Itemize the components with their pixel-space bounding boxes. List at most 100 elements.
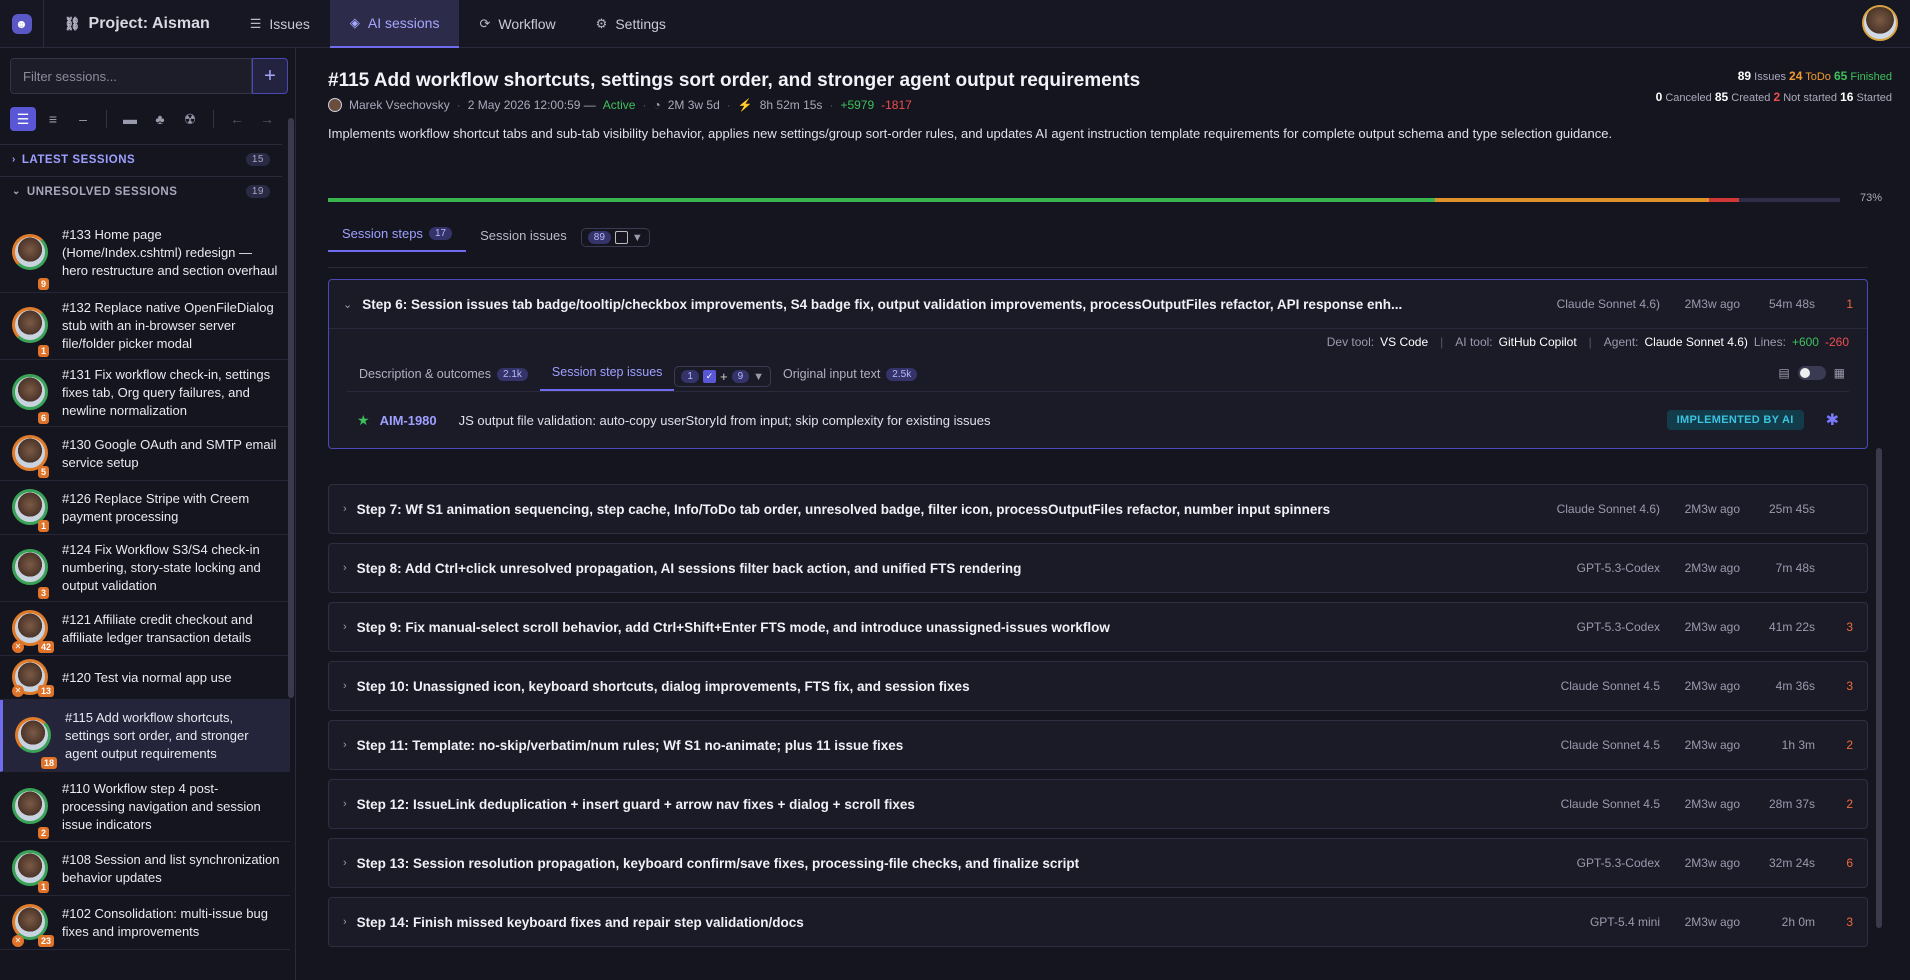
step-header[interactable]: › Step 13: Session resolution propagation… <box>329 839 1867 887</box>
author-name: Marek Vsechovsky <box>349 98 450 112</box>
sidebar-scrollbar[interactable] <box>288 118 294 698</box>
session-list-item[interactable]: 1 #126 Replace Stripe with Creem payment … <box>0 481 290 535</box>
group-icon[interactable]: ♣ <box>147 107 173 131</box>
issue-count-badge: 42 <box>38 641 55 653</box>
compact-icon[interactable]: ▤ <box>1778 366 1789 380</box>
step-card[interactable]: › Step 12: IssueLink deduplication + inse… <box>328 779 1868 829</box>
stat-canceled-value: 0 <box>1655 90 1663 104</box>
lines-label: Lines: <box>1753 334 1786 349</box>
step-header[interactable]: › Step 10: Unassigned icon, keyboard shor… <box>329 662 1867 710</box>
tab-session-issues[interactable]: Session issues <box>466 228 581 252</box>
user-avatar[interactable] <box>1862 5 1898 41</box>
issue-count-badge: 6 <box>38 412 50 424</box>
nav-workflow[interactable]: ⟳ Workflow <box>459 0 575 48</box>
session-list-item[interactable]: 2 #110 Workflow step 4 post-processing na… <box>0 772 290 842</box>
filter-icon[interactable]: ▼ <box>753 371 764 383</box>
project-selector[interactable]: ⛓ Project: Aisman <box>44 0 230 48</box>
back-arrow-icon[interactable]: ← <box>224 107 250 131</box>
session-list-item[interactable]: 6 #131 Fix workflow check-in, settings fi… <box>0 360 290 427</box>
chevron-right-icon: › <box>343 798 347 810</box>
tab-count: 17 <box>428 227 453 240</box>
session-title: #120 Test via normal app use <box>62 669 232 685</box>
agent-icon[interactable]: ☢ <box>177 107 203 131</box>
step-issue-count: 1 <box>1846 297 1853 311</box>
step-header[interactable]: › Step 7: Wf S1 animation sequencing, ste… <box>329 485 1867 533</box>
checkbox[interactable] <box>614 231 628 244</box>
step-ago: 2M3w ago <box>1684 738 1740 752</box>
step-card[interactable]: › Step 11: Template: no-skip/verbatim/num… <box>328 720 1868 770</box>
view-toggle[interactable] <box>1797 366 1826 380</box>
detail-icon[interactable]: ▦ <box>1834 366 1845 380</box>
subtab-description[interactable]: Description & outcomes 2.1k <box>347 367 540 391</box>
step-card[interactable]: › Step 13: Session resolution propagation… <box>328 838 1868 888</box>
step-header[interactable]: › Step 9: Fix manual-select scroll behavi… <box>329 603 1867 651</box>
avatar <box>12 233 48 270</box>
forward-arrow-icon[interactable]: → <box>254 107 280 131</box>
step-header[interactable]: ⌄ Step 6: Session issues tab badge/toolt… <box>329 280 1867 328</box>
chevron-right-icon: › <box>343 857 347 869</box>
session-list-item[interactable]: 5 #130 Google OAuth and SMTP email servic… <box>0 427 290 481</box>
tabs-divider <box>328 267 1868 268</box>
step-title: Step 12: IssueLink deduplication + inser… <box>356 796 915 812</box>
session-title: #115 Add workflow shortcuts, settings so… <box>65 709 249 761</box>
avatar <box>12 374 48 410</box>
toolbar-divider <box>213 110 214 128</box>
collapse-icon[interactable]: – <box>70 107 96 131</box>
subtab-original-input[interactable]: Original input text 2.5k <box>771 367 929 391</box>
session-list-item[interactable]: 9 #133 Home page (Home/Index.cshtml) rede… <box>0 213 290 293</box>
subtab-step-issues[interactable]: Session step issues <box>539 365 675 391</box>
tab-count: 89 <box>587 231 611 244</box>
step-header[interactable]: › Step 14: Finish missed keyboard fixes a… <box>329 898 1867 946</box>
latest-sessions-header[interactable]: › LATEST SESSIONS 15 <box>0 144 282 174</box>
step-header[interactable]: › Step 11: Template: no-skip/verbatim/num… <box>329 721 1867 769</box>
nav-settings[interactable]: ⚙ Settings <box>576 0 686 48</box>
ai-tool-value: GitHub Copilot <box>1498 334 1577 349</box>
lines-removed: -260 <box>1824 334 1849 349</box>
warning-icon: ✕ <box>12 685 24 697</box>
ai-tool-label: AI tool: <box>1455 334 1493 349</box>
session-list-item[interactable]: ✕ 42 #121 Affiliate credit checkout and af… <box>0 602 290 656</box>
archive-icon[interactable]: ▬ <box>117 107 143 131</box>
step-issues-tools: 1 ✓ + 9 ▼ <box>674 366 772 387</box>
step-header[interactable]: › Step 8: Add Ctrl+click unresolved propa… <box>329 544 1867 592</box>
session-list-item[interactable]: ✕ 23 #102 Consolidation: multi-issue bug f… <box>0 896 290 950</box>
issue-count-badge: 13 <box>38 685 55 697</box>
stat-canceled-label: Canceled <box>1665 92 1712 104</box>
agent-value: Claude Sonnet 4.6) <box>1644 334 1748 349</box>
compact-view-icon[interactable]: ≡ <box>40 107 66 131</box>
session-list-item[interactable]: 1 #132 Replace native OpenFileDialog stub… <box>0 293 290 360</box>
list-view-icon[interactable]: ☰ <box>10 107 36 131</box>
nav-ai-sessions[interactable]: ◈ AI sessions <box>329 0 460 48</box>
step-card[interactable]: › Step 7: Wf S1 animation sequencing, ste… <box>328 484 1868 534</box>
app-logo[interactable]: ☻ <box>0 0 44 48</box>
session-title: #132 Replace native OpenFileDialog stub … <box>62 300 274 351</box>
session-list-item[interactable]: 1 #108 Session and list synchronization b… <box>0 842 290 896</box>
tab-session-steps[interactable]: Session steps 17 <box>328 226 467 252</box>
add-session-button[interactable]: + <box>252 58 288 94</box>
session-list-item[interactable]: 3 #124 Fix Workflow S3/S4 check-in number… <box>0 535 290 602</box>
checkbox-checked[interactable]: ✓ <box>702 370 716 383</box>
step-header[interactable]: › Step 12: IssueLink deduplication + inse… <box>329 780 1867 828</box>
step-title: Step 6: Session issues tab badge/tooltip… <box>362 296 1403 312</box>
plus-icon[interactable]: + <box>720 369 728 384</box>
step-card[interactable]: › Step 8: Add Ctrl+click unresolved propa… <box>328 543 1868 593</box>
issue-count-badge: 18 <box>41 757 58 769</box>
issue-key-link[interactable]: AIM-1980 <box>380 413 437 428</box>
unresolved-sessions-header[interactable]: ⌄ UNRESOLVED SESSIONS 19 <box>0 176 282 206</box>
stat-started-value: 16 <box>1840 90 1854 104</box>
step-card[interactable]: › Step 9: Fix manual-select scroll behavi… <box>328 602 1868 652</box>
filter-icon[interactable]: ▼ <box>632 232 643 244</box>
step-card[interactable]: › Step 14: Finish missed keyboard fixes a… <box>328 897 1868 947</box>
avatar <box>15 716 51 753</box>
filter-sessions-input[interactable] <box>10 58 252 94</box>
session-list-item-selected[interactable]: 18 #115 Add workflow shortcuts, settings … <box>0 700 290 772</box>
separator: | <box>1440 334 1444 349</box>
session-title: #131 Fix workflow check-in, settings fix… <box>62 367 271 418</box>
step-issue-row[interactable]: ★ AIM-1980 JS output file validation: au… <box>329 392 1867 448</box>
step-card[interactable]: › Step 10: Unassigned icon, keyboard shor… <box>328 661 1868 711</box>
stat-todo-label: ToDo <box>1805 71 1831 83</box>
stat-issues-label: Issues <box>1754 71 1786 83</box>
main-scrollbar[interactable] <box>1876 448 1882 928</box>
nav-issues[interactable]: ☰ Issues <box>230 0 330 48</box>
session-list-item[interactable]: ✕ 13 #120 Test via normal app use <box>0 656 290 700</box>
